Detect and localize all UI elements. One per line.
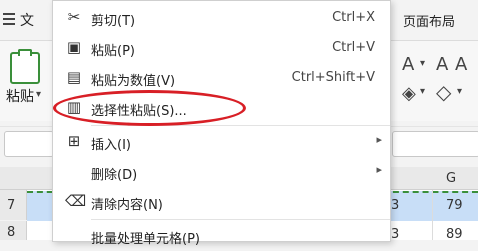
row-number: 7 xyxy=(7,198,16,213)
menu-item-label: 批量处理单元格(P) xyxy=(91,232,200,247)
menu-item-shortcut: Ctrl+X xyxy=(332,10,375,25)
highlight-oval xyxy=(53,90,246,126)
font-size-up-icon[interactable]: A xyxy=(436,54,448,75)
menu-separator xyxy=(91,219,390,220)
menu-item-shortcut: Ctrl+V xyxy=(332,40,375,55)
eraser-icon[interactable]: ◇ xyxy=(436,80,451,104)
chevron-down-icon[interactable]: ▾ xyxy=(457,86,462,97)
menu-item-shortcut: Ctrl+Shift+V xyxy=(291,70,375,85)
cell-value[interactable]: 3 xyxy=(391,198,399,213)
chevron-down-icon[interactable]: ▾ xyxy=(420,58,425,69)
menu-item-paste-values[interactable]: ▤ 粘贴为数值(V) Ctrl+Shift+V xyxy=(53,63,390,93)
menu-item-label: 剪切(T) xyxy=(91,14,136,29)
row-number: 8 xyxy=(7,225,16,240)
menu-item-label: 粘贴为数值(V) xyxy=(91,74,176,89)
clipboard-icon: ▣ xyxy=(66,38,82,56)
paste-dropdown-arrow[interactable]: ▾ xyxy=(36,89,41,100)
cell-value[interactable]: 79 xyxy=(446,198,463,213)
menu-item-label: 粘贴(P) xyxy=(91,44,135,59)
scissors-icon: ✂ xyxy=(67,8,81,26)
font-size-down-icon[interactable]: A xyxy=(455,54,467,75)
column-divider xyxy=(432,190,433,240)
menu-item-label: 插入(I) xyxy=(91,138,131,153)
paste-icon[interactable] xyxy=(10,49,40,84)
fill-color-icon[interactable]: ◈ xyxy=(402,83,416,104)
font-color-icon[interactable]: A xyxy=(402,54,414,75)
column-header-g[interactable]: G xyxy=(446,171,456,186)
paste-button-label[interactable]: 粘贴 xyxy=(6,86,34,106)
menu-item-label: 清除内容(N) xyxy=(91,198,163,213)
eraser-icon: ⌫ xyxy=(65,192,87,210)
menu-item-insert[interactable]: ⊞ 插入(I) ▸ xyxy=(53,127,390,157)
menu-item-paste[interactable]: ▣ 粘贴(P) Ctrl+V xyxy=(53,33,390,63)
tab-page-layout[interactable]: 页面布局 xyxy=(403,11,455,30)
menu-item-cut[interactable]: ✂ 剪切(T) Ctrl+X xyxy=(53,3,390,33)
paste-values-icon: ▤ xyxy=(66,68,82,86)
menu-item-label: 删除(D) xyxy=(91,168,138,183)
submenu-arrow-icon: ▸ xyxy=(376,163,382,176)
menu-item-delete[interactable]: 删除(D) ▸ xyxy=(53,157,390,187)
chevron-down-icon[interactable]: ▾ xyxy=(420,86,425,97)
insert-icon: ⊞ xyxy=(67,132,81,150)
hamburger-menu-icon[interactable] xyxy=(3,13,15,25)
submenu-arrow-icon: ▸ xyxy=(376,133,382,146)
menu-item-batch-process[interactable]: 批量处理单元格(P) xyxy=(53,221,390,251)
menu-item-clear-contents[interactable]: ⌫ 清除内容(N) xyxy=(53,187,390,217)
name-box[interactable] xyxy=(4,131,54,157)
formula-input[interactable] xyxy=(392,131,478,157)
file-menu[interactable]: 文 xyxy=(20,10,34,30)
